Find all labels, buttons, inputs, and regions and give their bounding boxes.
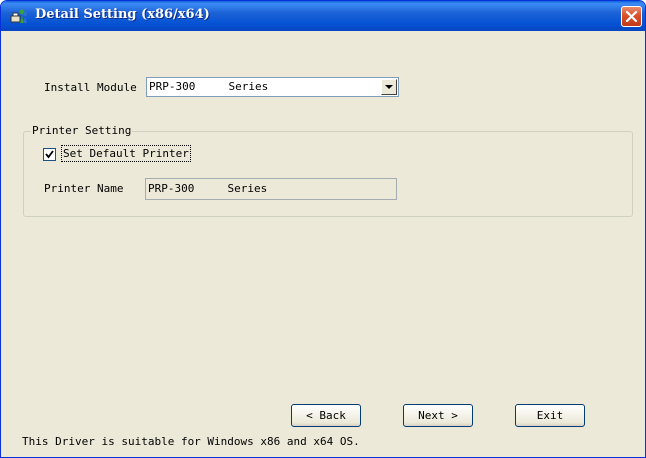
set-default-printer-label[interactable]: Set Default Printer bbox=[61, 145, 191, 162]
footer-note: This Driver is suitable for Windows x86 … bbox=[22, 435, 360, 448]
install-module-dropdown[interactable]: PRP-300 Series bbox=[146, 77, 399, 97]
back-button[interactable]: < Back bbox=[291, 404, 361, 427]
close-button[interactable] bbox=[621, 6, 642, 27]
dropdown-arrow-button[interactable] bbox=[381, 79, 397, 95]
printer-name-label: Printer Name bbox=[44, 182, 124, 195]
install-module-label: Install Module bbox=[44, 81, 137, 94]
close-icon bbox=[625, 10, 638, 23]
install-module-value: PRP-300 Series bbox=[149, 80, 269, 93]
printer-setting-group-title: Printer Setting bbox=[31, 124, 133, 137]
exit-button[interactable]: Exit bbox=[515, 404, 585, 427]
chevron-down-icon bbox=[385, 85, 393, 89]
title-bar[interactable]: Detail Setting (x86/x64) bbox=[1, 1, 645, 31]
printer-name-value: PRP-300 Series bbox=[148, 182, 268, 195]
printer-people-icon bbox=[10, 8, 28, 24]
printer-setting-group bbox=[23, 131, 633, 217]
window-title: Detail Setting (x86/x64) bbox=[35, 7, 210, 22]
set-default-printer-checkbox[interactable] bbox=[43, 148, 56, 161]
next-button[interactable]: Next > bbox=[403, 404, 473, 427]
detail-setting-window: Detail Setting (x86/x64) Install Module … bbox=[0, 0, 646, 458]
checkmark-icon bbox=[45, 150, 54, 159]
printer-name-field: PRP-300 Series bbox=[145, 178, 397, 200]
